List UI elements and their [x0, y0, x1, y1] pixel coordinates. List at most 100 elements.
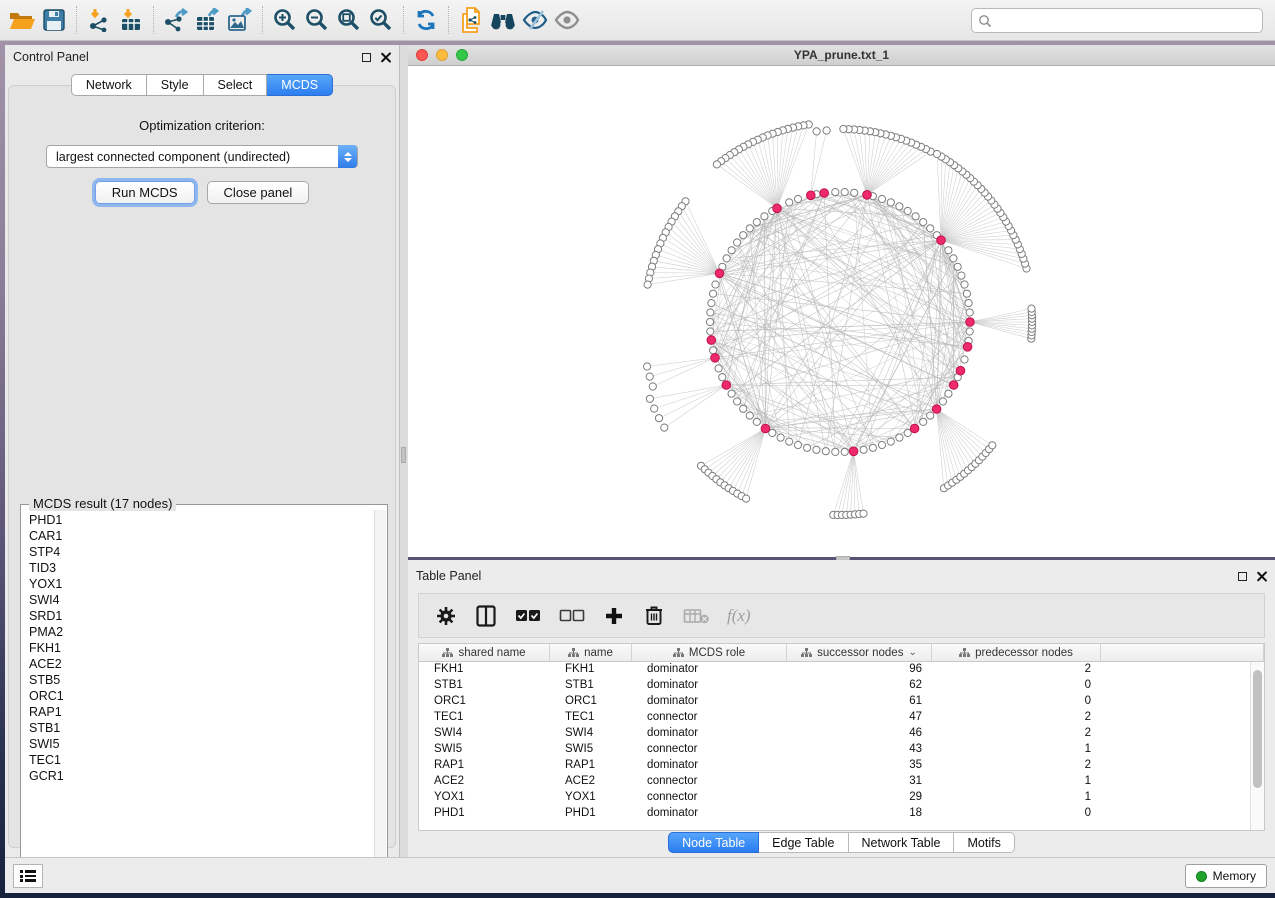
mcds-result-item[interactable]: TEC1 — [29, 752, 373, 768]
table-row[interactable]: ACE2ACE2connector311 — [419, 774, 1264, 790]
table-row[interactable]: TEC1TEC1connector472 — [419, 710, 1264, 726]
splitter-grip[interactable] — [401, 447, 406, 463]
mcds-result-item[interactable]: ORC1 — [29, 688, 373, 704]
mcds-result-item[interactable]: PHD1 — [29, 512, 373, 528]
tab-edge-table[interactable]: Edge Table — [759, 832, 848, 853]
function-builder-button: f(x) — [727, 603, 751, 629]
mcds-result-item[interactable]: ACE2 — [29, 656, 373, 672]
close-panel-icon[interactable] — [380, 52, 391, 63]
table-cell: dominator — [632, 726, 787, 742]
table-scrollbar-thumb[interactable] — [1253, 670, 1262, 788]
search-box[interactable] — [971, 8, 1263, 33]
table-cell: 46 — [787, 726, 932, 742]
vertical-splitter[interactable] — [400, 45, 408, 893]
task-history-button[interactable] — [13, 864, 43, 888]
save-session-button[interactable] — [38, 4, 70, 36]
table-row[interactable]: STB1STB1dominator620 — [419, 678, 1264, 694]
delete-table-icon — [683, 607, 709, 625]
float-panel-icon[interactable] — [362, 53, 371, 62]
mcds-result-item[interactable]: GCR1 — [29, 768, 373, 784]
table-row[interactable]: FKH1FKH1dominator962 — [419, 662, 1264, 678]
table-row[interactable]: YOX1YOX1connector291 — [419, 790, 1264, 806]
mcds-result-item[interactable]: STB5 — [29, 672, 373, 688]
column-type-icon — [959, 648, 970, 658]
tab-style[interactable]: Style — [147, 74, 204, 96]
mcds-result-item[interactable]: SRD1 — [29, 608, 373, 624]
network-window-title: YPA_prune.txt_1 — [794, 48, 889, 62]
minimize-window-icon[interactable] — [436, 49, 448, 61]
mcds-result-item[interactable]: PMA2 — [29, 624, 373, 640]
column-header-shared-name[interactable]: shared name — [419, 644, 550, 661]
run-mcds-button[interactable]: Run MCDS — [95, 181, 195, 204]
tab-motifs[interactable]: Motifs — [954, 832, 1014, 853]
import-network-button[interactable] — [83, 4, 115, 36]
delete-column-button[interactable] — [643, 603, 665, 629]
mcds-list-scrollbar[interactable] — [374, 510, 386, 874]
sort-descending-icon: ⌄ — [908, 647, 916, 658]
tab-mcds[interactable]: MCDS — [267, 74, 333, 96]
column-header-name[interactable]: name — [550, 644, 632, 661]
zoom-fit-button[interactable] — [333, 4, 365, 36]
table-row[interactable]: RAP1RAP1dominator352 — [419, 758, 1264, 774]
import-table-button[interactable] — [115, 4, 147, 36]
close-window-icon[interactable] — [416, 49, 428, 61]
table-cell: 0 — [932, 678, 1101, 694]
table-row[interactable]: PHD1PHD1dominator180 — [419, 806, 1264, 822]
table-row[interactable]: ORC1ORC1dominator610 — [419, 694, 1264, 710]
tab-network[interactable]: Network — [71, 74, 147, 96]
close-panel-button[interactable]: Close panel — [207, 181, 310, 204]
deselect-all-button[interactable] — [559, 603, 585, 629]
table-cell: STB1 — [419, 678, 550, 694]
open-session-button[interactable] — [6, 4, 38, 36]
search-input[interactable] — [996, 14, 1256, 28]
mcds-result-list[interactable]: PHD1CAR1STP4TID3YOX1SWI4SRD1PMA2FKH1ACE2… — [22, 510, 373, 874]
zoom-selected-button[interactable] — [365, 4, 397, 36]
search-network-button[interactable] — [487, 4, 519, 36]
memory-button[interactable]: Memory — [1185, 864, 1267, 888]
settings-gear-button[interactable] — [435, 603, 457, 629]
refresh-layout-button[interactable] — [410, 4, 442, 36]
mcds-result-item[interactable]: RAP1 — [29, 704, 373, 720]
tab-select[interactable]: Select — [204, 74, 268, 96]
select-all-icon — [515, 608, 541, 624]
float-table-panel-icon[interactable] — [1238, 572, 1247, 581]
network-graph[interactable] — [408, 66, 1275, 556]
mcds-result-item[interactable]: YOX1 — [29, 576, 373, 592]
hide-selected-button[interactable] — [519, 4, 551, 36]
table-row[interactable]: SWI4SWI4dominator462 — [419, 726, 1264, 742]
maximize-window-icon[interactable] — [456, 49, 468, 61]
export-network-button[interactable] — [160, 4, 192, 36]
table-scrollbar[interactable] — [1250, 662, 1264, 830]
table-cell: dominator — [632, 758, 787, 774]
mcds-result-item[interactable]: STB1 — [29, 720, 373, 736]
network-view-canvas[interactable] — [408, 66, 1275, 556]
zoom-in-button[interactable] — [269, 4, 301, 36]
mcds-result-item[interactable]: TID3 — [29, 560, 373, 576]
tab-network-table[interactable]: Network Table — [849, 832, 955, 853]
mcds-result-item[interactable]: FKH1 — [29, 640, 373, 656]
mcds-result-item[interactable]: STP4 — [29, 544, 373, 560]
toggle-columns-button[interactable] — [475, 603, 497, 629]
show-hidden-button[interactable] — [551, 4, 583, 36]
tab-node-table[interactable]: Node Table — [668, 832, 759, 853]
column-header-successor-nodes[interactable]: successor nodes⌄ — [787, 644, 932, 661]
criterion-dropdown[interactable]: largest connected component (undirected) — [46, 145, 358, 168]
close-table-panel-icon[interactable] — [1256, 571, 1267, 582]
mcds-result-item[interactable]: SWI4 — [29, 592, 373, 608]
table-cell: FKH1 — [550, 662, 632, 678]
mcds-result-item[interactable]: CAR1 — [29, 528, 373, 544]
add-column-button[interactable] — [603, 603, 625, 629]
zoom-out-button[interactable] — [301, 4, 333, 36]
select-all-button[interactable] — [515, 603, 541, 629]
toolbar-group-4 — [410, 4, 442, 36]
column-type-icon — [801, 648, 812, 658]
export-table-button[interactable] — [192, 4, 224, 36]
table-row[interactable]: SWI5SWI5connector431 — [419, 742, 1264, 758]
column-header-predecessor-nodes[interactable]: predecessor nodes — [932, 644, 1101, 661]
export-image-button[interactable] — [224, 4, 256, 36]
column-header-MCDS-role[interactable]: MCDS role — [632, 644, 787, 661]
network-window-titlebar[interactable]: YPA_prune.txt_1 — [408, 45, 1275, 66]
copy-views-button[interactable] — [455, 4, 487, 36]
delete-table-button — [683, 603, 709, 629]
mcds-result-item[interactable]: SWI5 — [29, 736, 373, 752]
